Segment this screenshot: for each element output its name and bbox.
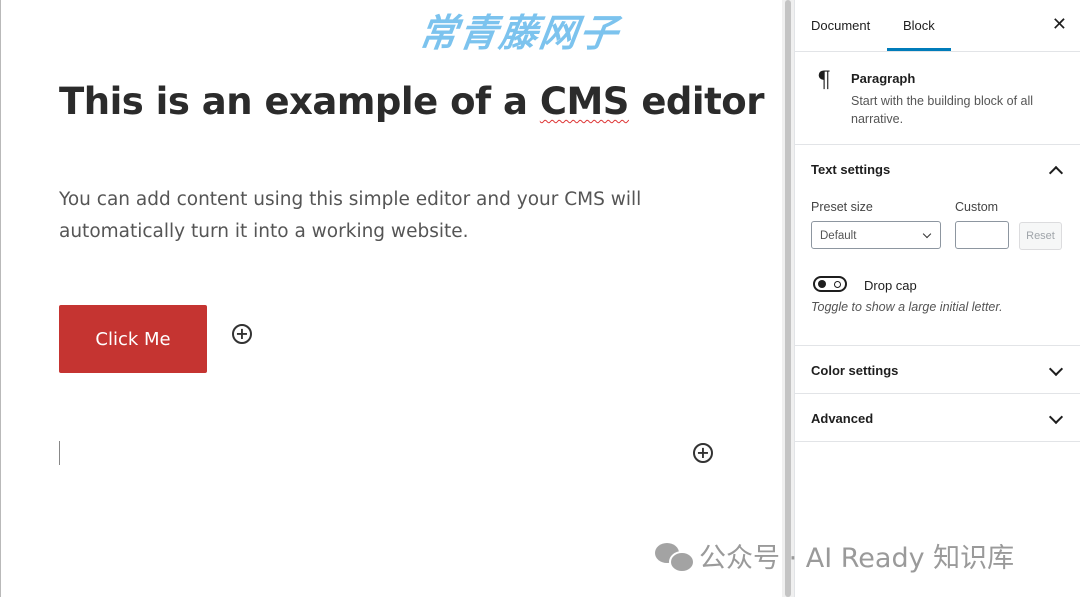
toggle-off-indicator bbox=[834, 281, 841, 288]
tab-document[interactable]: Document bbox=[795, 0, 886, 51]
custom-size-label: Custom bbox=[955, 200, 999, 214]
drop-cap-label: Drop cap bbox=[864, 278, 917, 293]
editor-left-border bbox=[0, 0, 1, 597]
wechat-icon bbox=[655, 541, 695, 573]
title-text-suffix: editor bbox=[628, 80, 764, 123]
add-block-icon[interactable]: + bbox=[232, 324, 252, 344]
preset-size-value: Default bbox=[820, 230, 857, 242]
settings-sidebar: Document Block ✕ ¶ Paragraph Start with … bbox=[794, 0, 1080, 597]
advanced-title[interactable]: Advanced bbox=[811, 411, 873, 426]
click-me-button[interactable]: Click Me bbox=[59, 305, 207, 373]
custom-size-input[interactable] bbox=[955, 221, 1009, 249]
preset-size-label: Preset size bbox=[811, 200, 873, 214]
preset-size-select[interactable]: Default bbox=[811, 221, 941, 249]
content-paragraph[interactable]: You can add content using this simple ed… bbox=[59, 184, 679, 248]
block-info-card: ¶ Paragraph Start with the building bloc… bbox=[795, 52, 1080, 145]
toggle-knob bbox=[818, 280, 826, 288]
sidebar-tabs: Document Block ✕ bbox=[795, 0, 1080, 52]
watermark-bottom-text: 公众号 · AI Ready 知识库 bbox=[699, 543, 1015, 574]
color-settings-title[interactable]: Color settings bbox=[811, 363, 898, 378]
watermark-bottom: 公众号 · AI Ready 知识库 bbox=[655, 536, 1014, 575]
chevron-up-icon[interactable] bbox=[1048, 165, 1064, 181]
block-description: Start with the building block of all nar… bbox=[851, 94, 1034, 126]
reset-button[interactable]: Reset bbox=[1019, 222, 1062, 250]
editor-canvas: 常青藤网子 This is an example of a CMS editor… bbox=[0, 0, 782, 597]
add-block-inline-icon[interactable]: + bbox=[693, 443, 713, 463]
chevron-down-icon[interactable] bbox=[1048, 361, 1064, 377]
empty-block-caret[interactable] bbox=[59, 441, 60, 465]
advanced-panel[interactable]: Advanced bbox=[795, 394, 1080, 442]
tab-block[interactable]: Block bbox=[887, 0, 951, 51]
text-settings-title[interactable]: Text settings bbox=[811, 162, 890, 177]
title-text-prefix: This is an example of a bbox=[59, 80, 540, 123]
drop-cap-toggle[interactable] bbox=[813, 276, 847, 292]
block-name: Paragraph bbox=[851, 71, 916, 86]
watermark-top: 常青藤网子 bbox=[416, 11, 623, 55]
close-icon[interactable]: ✕ bbox=[1052, 14, 1067, 35]
chevron-down-icon bbox=[922, 229, 932, 239]
pilcrow-icon: ¶ bbox=[817, 68, 831, 93]
editor-scrollbar-thumb[interactable] bbox=[785, 0, 791, 597]
drop-cap-help: Toggle to show a large initial letter. bbox=[811, 300, 1003, 314]
title-text-cms: CMS bbox=[539, 80, 630, 123]
color-settings-panel[interactable]: Color settings bbox=[795, 346, 1080, 394]
chevron-down-icon[interactable] bbox=[1048, 409, 1064, 425]
page-title[interactable]: This is an example of a CMS editor bbox=[59, 80, 764, 123]
